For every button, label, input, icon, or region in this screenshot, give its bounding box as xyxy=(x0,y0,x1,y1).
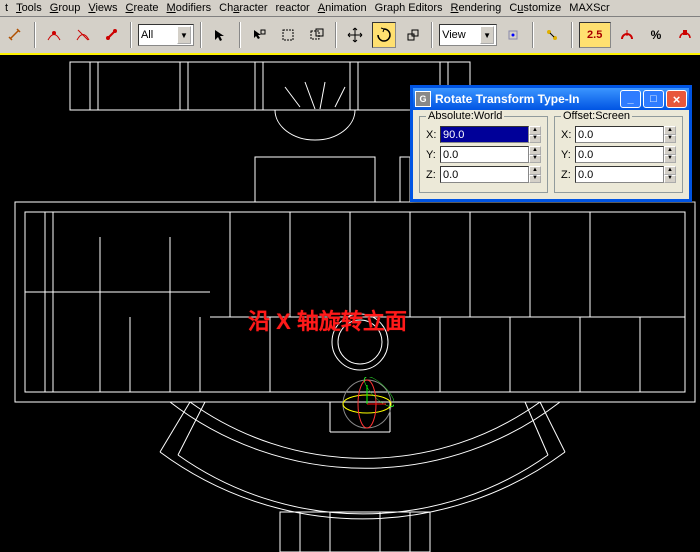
offset-screen-group: Offset:Screen X: ▲▼ Y: ▲▼ Z: ▲▼ xyxy=(554,116,683,193)
select-by-name-icon[interactable] xyxy=(247,22,272,48)
link-icon[interactable] xyxy=(99,22,124,48)
maximize-button[interactable]: □ xyxy=(643,90,664,108)
offset-x-row: X: ▲▼ xyxy=(561,126,676,143)
menu-modifiers[interactable]: Modifiers xyxy=(164,1,215,15)
separator xyxy=(130,22,132,48)
percent-snap-icon[interactable]: % xyxy=(644,22,669,48)
absolute-z-input[interactable] xyxy=(440,166,529,183)
menu-animation[interactable]: Animation xyxy=(315,1,370,15)
app-icon: G xyxy=(415,91,431,107)
offset-group-label: Offset:Screen xyxy=(561,110,632,122)
spinner-buttons[interactable]: ▲▼ xyxy=(664,126,676,143)
select-object-icon[interactable] xyxy=(208,22,233,48)
close-button[interactable]: × xyxy=(666,90,687,108)
dialog-title: Rotate Transform Type-In xyxy=(435,92,618,106)
dialog-body: Absolute:World X: ▲▼ Y: ▲▼ Z: ▲▼ xyxy=(413,110,689,199)
minimize-button[interactable]: _ xyxy=(620,90,641,108)
menu-character[interactable]: Character xyxy=(216,1,270,15)
separator xyxy=(431,22,433,48)
y-label: Y: xyxy=(561,149,575,161)
absolute-z-spinner[interactable]: ▲▼ xyxy=(440,166,541,183)
z-label: Z: xyxy=(426,169,440,181)
absolute-y-row: Y: ▲▼ xyxy=(426,146,541,163)
offset-z-row: Z: ▲▼ xyxy=(561,166,676,183)
separator xyxy=(532,22,534,48)
x-label: X: xyxy=(426,129,440,141)
unbind-icon[interactable] xyxy=(70,22,95,48)
menu-tools[interactable]: Tools xyxy=(13,1,45,15)
window-crossing-icon[interactable] xyxy=(304,22,329,48)
manipulate-icon[interactable] xyxy=(540,22,565,48)
move-icon[interactable] xyxy=(343,22,368,48)
angle-snap-icon[interactable]: 2.5 xyxy=(579,22,611,48)
bind-space-warp-icon[interactable] xyxy=(42,22,67,48)
spinner-buttons[interactable]: ▲▼ xyxy=(529,166,541,183)
unlink-icon[interactable] xyxy=(3,22,28,48)
rotate-gizmo[interactable] xyxy=(340,377,394,431)
ref-coord-value: View xyxy=(442,29,466,41)
menu-maxscript[interactable]: MAXScr xyxy=(566,1,612,15)
x-label: X: xyxy=(561,129,575,141)
separator xyxy=(335,22,337,48)
rotate-icon[interactable] xyxy=(372,22,397,48)
absolute-y-input[interactable] xyxy=(440,146,529,163)
menu-bar: t Tools Group Views Create Modifiers Cha… xyxy=(0,0,700,17)
menu-rendering[interactable]: Rendering xyxy=(448,1,505,15)
menu-views[interactable]: Views xyxy=(85,1,120,15)
spinner-snap-icon[interactable] xyxy=(672,22,697,48)
offset-y-input[interactable] xyxy=(575,146,664,163)
offset-x-spinner[interactable]: ▲▼ xyxy=(575,126,676,143)
y-label: Y: xyxy=(426,149,440,161)
main-toolbar: All ▼ View ▼ 2.5 % xyxy=(0,17,700,55)
offset-y-spinner[interactable]: ▲▼ xyxy=(575,146,676,163)
offset-y-row: Y: ▲▼ xyxy=(561,146,676,163)
selection-filter-dropdown[interactable]: All ▼ xyxy=(138,24,194,46)
separator xyxy=(34,22,36,48)
spinner-buttons[interactable]: ▲▼ xyxy=(529,146,541,163)
separator xyxy=(200,22,202,48)
rotate-transform-dialog: G Rotate Transform Type-In _ □ × Absolut… xyxy=(410,85,692,202)
spinner-buttons[interactable]: ▲▼ xyxy=(664,166,676,183)
menu-group[interactable]: Group xyxy=(47,1,84,15)
spinner-buttons[interactable]: ▲▼ xyxy=(664,146,676,163)
offset-x-input[interactable] xyxy=(575,126,664,143)
ref-coord-dropdown[interactable]: View ▼ xyxy=(439,24,497,46)
absolute-x-input[interactable] xyxy=(440,126,529,143)
dropdown-arrow-icon: ▼ xyxy=(177,26,191,44)
snap-toggle-icon[interactable] xyxy=(615,22,640,48)
absolute-x-row: X: ▲▼ xyxy=(426,126,541,143)
menu-graph-editors[interactable]: Graph Editors xyxy=(372,1,446,15)
absolute-y-spinner[interactable]: ▲▼ xyxy=(440,146,541,163)
menu-create[interactable]: Create xyxy=(123,1,162,15)
absolute-world-group: Absolute:World X: ▲▼ Y: ▲▼ Z: ▲▼ xyxy=(419,116,548,193)
absolute-x-spinner[interactable]: ▲▼ xyxy=(440,126,541,143)
overlay-annotation: 沿 X 轴旋转立面 xyxy=(248,304,407,336)
menu-customize[interactable]: Customize xyxy=(506,1,564,15)
menu-edit-partial[interactable]: t xyxy=(2,1,11,15)
separator xyxy=(571,22,573,48)
absolute-group-label: Absolute:World xyxy=(426,110,504,122)
use-pivot-center-icon[interactable] xyxy=(501,22,526,48)
menu-reactor[interactable]: reactor xyxy=(272,1,312,15)
selection-filter-value: All xyxy=(141,29,153,41)
separator xyxy=(239,22,241,48)
absolute-z-row: Z: ▲▼ xyxy=(426,166,541,183)
offset-z-spinner[interactable]: ▲▼ xyxy=(575,166,676,183)
z-label: Z: xyxy=(561,169,575,181)
rect-select-region-icon[interactable] xyxy=(275,22,300,48)
spinner-buttons[interactable]: ▲▼ xyxy=(529,126,541,143)
dropdown-arrow-icon: ▼ xyxy=(480,26,494,44)
dialog-titlebar[interactable]: G Rotate Transform Type-In _ □ × xyxy=(413,88,689,110)
offset-z-input[interactable] xyxy=(575,166,664,183)
scale-icon[interactable] xyxy=(400,22,425,48)
